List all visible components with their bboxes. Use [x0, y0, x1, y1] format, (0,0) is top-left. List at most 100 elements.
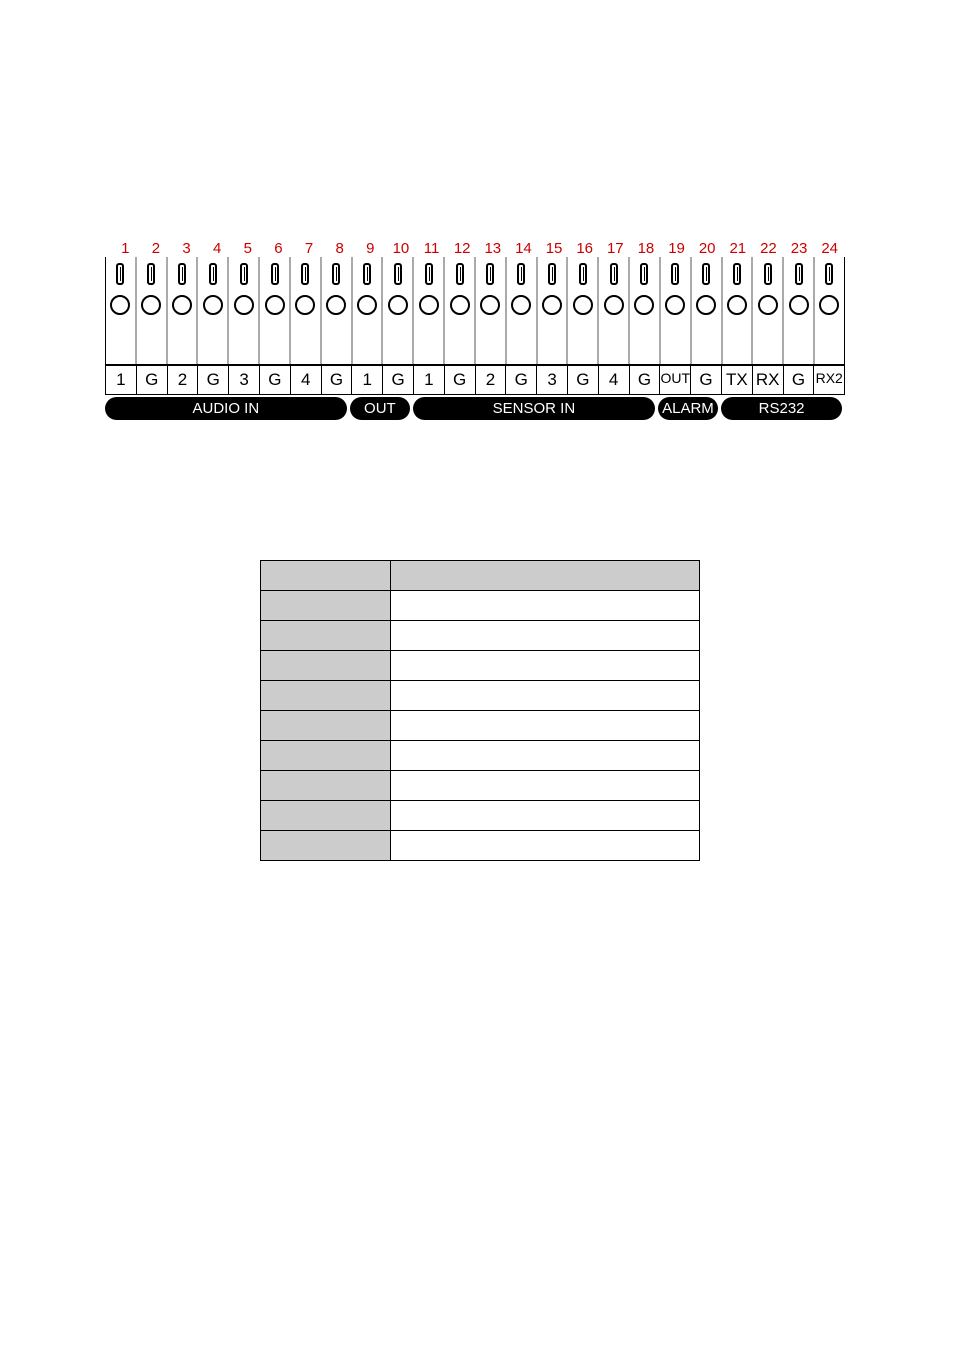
table-cell-value: [391, 681, 700, 711]
terminal-slot: [352, 257, 383, 364]
terminal-slot: [167, 257, 198, 364]
table-cell-key: [261, 741, 391, 771]
terminal-number: 8: [324, 240, 355, 257]
pin-label: 2: [475, 366, 506, 394]
pin-label: G: [136, 366, 167, 394]
pin-label: 3: [228, 366, 259, 394]
terminal-slot: [598, 257, 629, 364]
terminal-slot: [660, 257, 691, 364]
table-row: [261, 651, 700, 681]
terminal-hole-icon: [295, 295, 315, 315]
pin-label: TX: [721, 366, 752, 394]
terminal-hole-icon: [727, 295, 747, 315]
terminal-number: 2: [141, 240, 172, 257]
terminal-slot: [106, 257, 136, 364]
screw-slot-icon: [795, 263, 803, 285]
section-label: RS232: [721, 397, 842, 420]
terminal-number: 24: [814, 240, 845, 257]
pin-label: G: [321, 366, 352, 394]
terminal-hole-icon: [696, 295, 716, 315]
terminal-number: 13: [478, 240, 509, 257]
table-cell-key: [261, 831, 391, 861]
terminal-slot: [228, 257, 259, 364]
terminal-number: 14: [508, 240, 539, 257]
terminal-number: 10: [386, 240, 417, 257]
screw-slot-icon: [425, 263, 433, 285]
terminal-slot: [691, 257, 722, 364]
screw-slot-icon: [363, 263, 371, 285]
terminal-hole-icon: [604, 295, 624, 315]
screw-slot-icon: [671, 263, 679, 285]
table-row: [261, 711, 700, 741]
screw-slot-icon: [640, 263, 648, 285]
section-labels-row: AUDIO INOUTSENSOR INALARMRS232: [105, 397, 845, 420]
terminal-slot: [197, 257, 228, 364]
table-cell-value: [391, 741, 700, 771]
table-cell-value: [391, 621, 700, 651]
terminal-slot: [413, 257, 444, 364]
terminal-hole-icon: [573, 295, 593, 315]
table-cell-key: [261, 711, 391, 741]
screw-slot-icon: [548, 263, 556, 285]
terminal-number: 23: [784, 240, 815, 257]
terminal-slot: [567, 257, 598, 364]
screw-slot-icon: [301, 263, 309, 285]
terminal-number: 21: [723, 240, 754, 257]
terminal-number: 1: [110, 240, 141, 257]
terminal-slot: [814, 257, 844, 364]
table-cell-key: [261, 801, 391, 831]
terminal-hole-icon: [388, 295, 408, 315]
terminal-number: 22: [753, 240, 784, 257]
terminal-diagram: 123456789101112131415161718192021222324 …: [105, 240, 845, 420]
table-row: [261, 771, 700, 801]
spec-table: [260, 560, 700, 861]
table-cell-value: [391, 711, 700, 741]
pin-label: G: [629, 366, 660, 394]
terminal-hole-icon: [110, 295, 130, 315]
terminal-number: 6: [263, 240, 294, 257]
terminal-slot: [475, 257, 506, 364]
table-cell-key: [261, 621, 391, 651]
screw-slot-icon: [240, 263, 248, 285]
table-cell-value: [391, 831, 700, 861]
terminal-number-row: 123456789101112131415161718192021222324: [110, 240, 845, 257]
pin-label: 2: [167, 366, 198, 394]
screw-slot-icon: [610, 263, 618, 285]
pin-label: G: [444, 366, 475, 394]
pin-label: RX2: [813, 366, 844, 394]
table-cell-value: [391, 561, 700, 591]
terminal-hole-icon: [419, 295, 439, 315]
terminal-slot: [783, 257, 814, 364]
terminal-number: 9: [355, 240, 386, 257]
terminal-slot: [752, 257, 783, 364]
screw-slot-icon: [733, 263, 741, 285]
screw-slot-icon: [271, 263, 279, 285]
table-row: [261, 801, 700, 831]
terminal-hole-icon: [141, 295, 161, 315]
table-row: [261, 621, 700, 651]
screw-slot-icon: [178, 263, 186, 285]
terminal-slot: [444, 257, 475, 364]
screw-slot-icon: [825, 263, 833, 285]
terminal-hole-icon: [450, 295, 470, 315]
terminal-hole-icon: [480, 295, 500, 315]
table-cell-key: [261, 681, 391, 711]
terminal-number: 18: [631, 240, 662, 257]
screw-slot-icon: [579, 263, 587, 285]
terminal-number: 7: [294, 240, 325, 257]
terminal-hole-icon: [357, 295, 377, 315]
terminal-number: 4: [202, 240, 233, 257]
table-cell-value: [391, 771, 700, 801]
pin-label: RX: [752, 366, 783, 394]
terminal-number: 11: [416, 240, 447, 257]
table-row: [261, 591, 700, 621]
table-row: [261, 741, 700, 771]
terminal-slot: [537, 257, 568, 364]
terminal-slot: [136, 257, 167, 364]
screw-slot-icon: [486, 263, 494, 285]
pin-label: G: [567, 366, 598, 394]
table-cell-value: [391, 801, 700, 831]
terminal-hole-icon: [203, 295, 223, 315]
pin-label: G: [259, 366, 290, 394]
section-label: SENSOR IN: [413, 397, 655, 420]
